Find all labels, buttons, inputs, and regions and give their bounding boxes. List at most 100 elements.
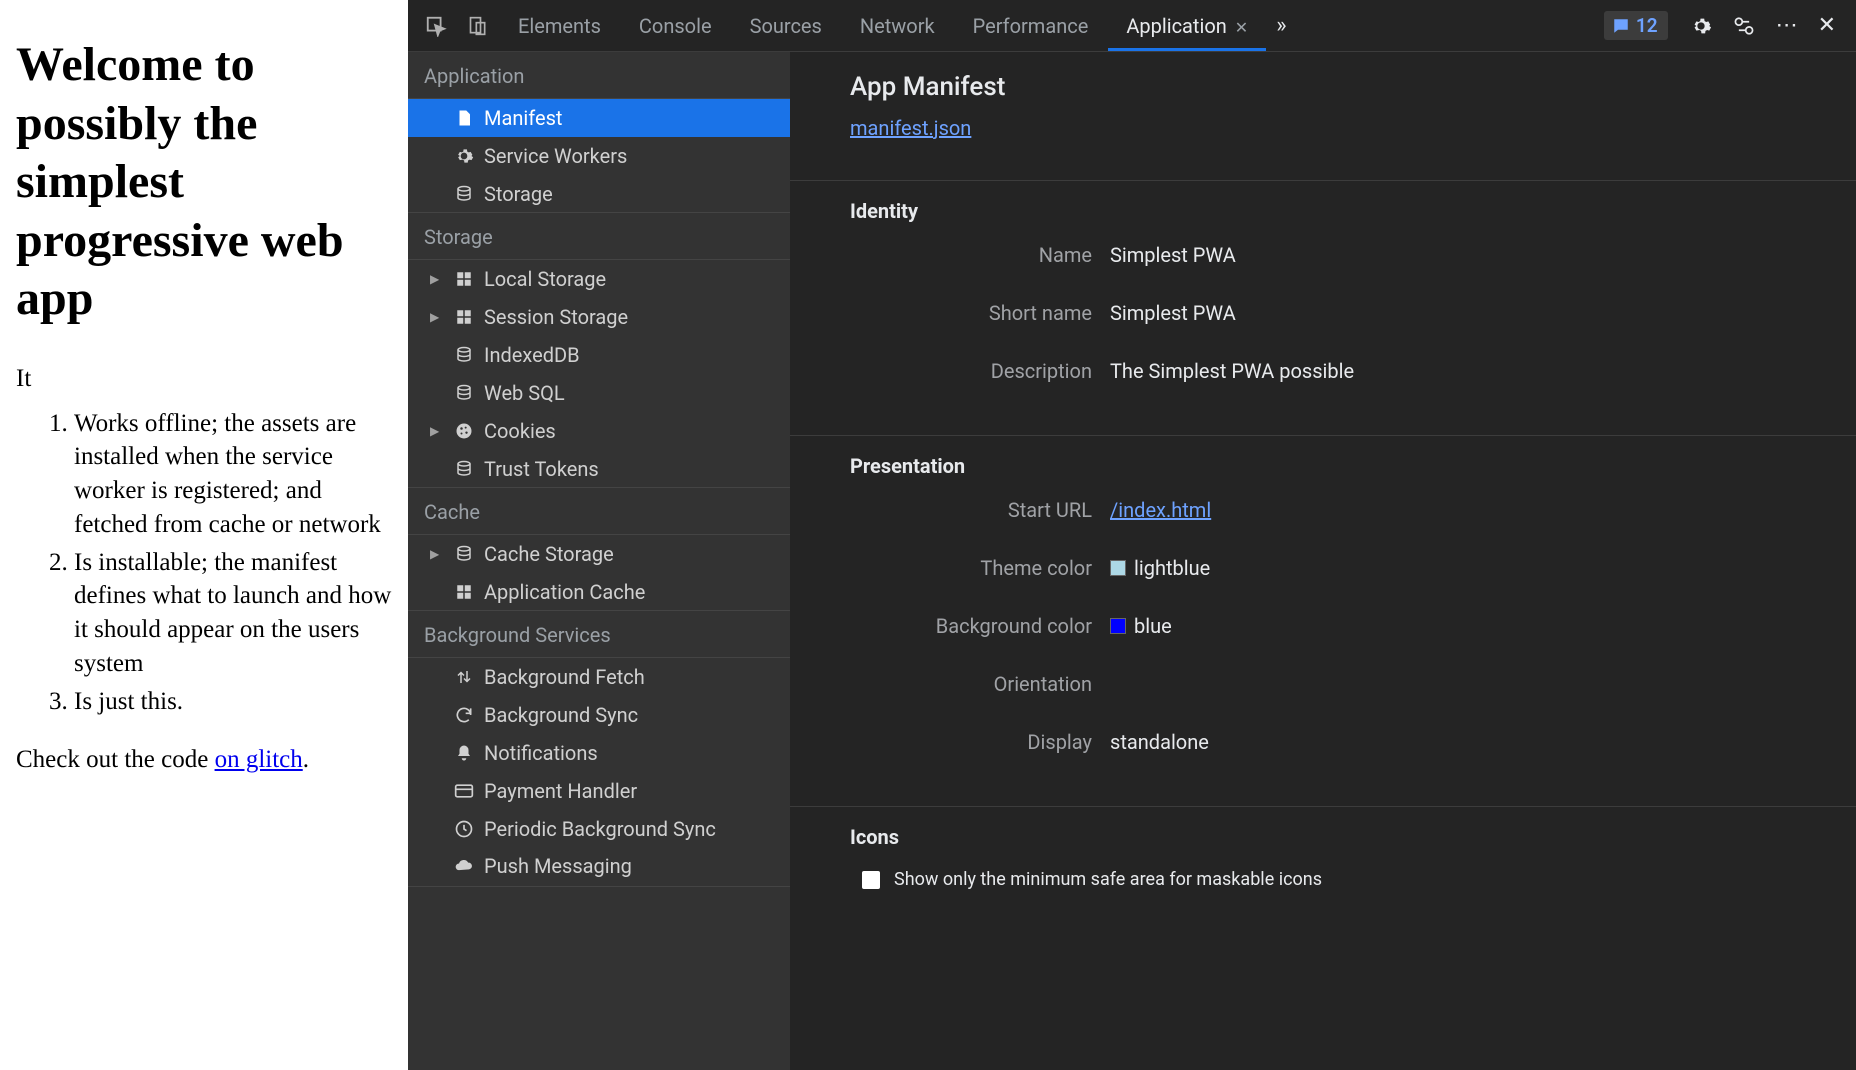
glitch-link[interactable]: on glitch [215, 746, 303, 773]
sidebar-item-web-sql[interactable]: Web SQL [408, 374, 790, 412]
manifest-header: App Manifest manifest.json [790, 52, 1856, 181]
sidebar-item-cache-storage[interactable]: ▶Cache Storage [408, 535, 790, 573]
sidebar-item-label: Cookies [484, 419, 556, 443]
sidebar-item-notifications[interactable]: Notifications [408, 734, 790, 772]
sidebar-item-background-sync[interactable]: Background Sync [408, 696, 790, 734]
sidebar-item-payment-handler[interactable]: Payment Handler [408, 772, 790, 810]
more-tabs-chevron-icon[interactable]: » [1268, 13, 1294, 38]
db-icon [454, 383, 474, 403]
sidebar-item-label: Cache Storage [484, 542, 614, 566]
row-key: Orientation [850, 672, 1110, 696]
sidebar-item-indexeddb[interactable]: IndexedDB [408, 336, 790, 374]
manifest-row-orientation: Orientation [850, 672, 1826, 696]
row-key: Description [850, 359, 1110, 383]
manifest-row-short-name: Short nameSimplest PWA [850, 301, 1826, 325]
row-value: blue [1110, 614, 1172, 638]
card-icon [454, 781, 474, 801]
chevron-right-icon: ▶ [430, 424, 442, 438]
sidebar-item-manifest[interactable]: Manifest [408, 99, 790, 137]
tab-sources[interactable]: Sources [732, 2, 840, 50]
grid-icon [454, 582, 474, 602]
row-value-text: blue [1134, 614, 1172, 638]
sidebar-item-label: Payment Handler [484, 779, 637, 803]
db-icon [454, 544, 474, 564]
activity-icon[interactable] [1732, 15, 1756, 37]
row-value-text: standalone [1110, 730, 1209, 754]
manifest-title: App Manifest [850, 72, 1826, 102]
sidebar-item-label: Service Workers [484, 144, 627, 168]
inspect-icon[interactable] [422, 12, 450, 40]
row-value: standalone [1110, 730, 1209, 754]
list-item: Is installable; the manifest defines wha… [74, 546, 392, 681]
sidebar-item-periodic-background-sync[interactable]: Periodic Background Sync [408, 810, 790, 848]
sidebar-item-label: Background Fetch [484, 665, 645, 689]
icons-heading: Icons [850, 825, 1826, 849]
sidebar-item-push-messaging[interactable]: Push Messaging [408, 848, 790, 887]
sidebar-item-local-storage[interactable]: ▶Local Storage [408, 260, 790, 298]
cloud-icon [454, 856, 474, 876]
sidebar-item-application-cache[interactable]: Application Cache [408, 573, 790, 611]
page-intro: It [16, 365, 392, 393]
db-icon [454, 184, 474, 204]
maskable-area-label: Show only the minimum safe area for mask… [894, 869, 1322, 890]
close-icon[interactable]: ✕ [1235, 18, 1248, 37]
file-icon [454, 108, 474, 128]
presentation-heading: Presentation [850, 454, 1826, 478]
updown-icon [454, 667, 474, 687]
devtools-panel: Elements Console Sources Network Perform… [408, 0, 1856, 1070]
gear-icon [454, 146, 474, 166]
sidebar-item-label: Web SQL [484, 381, 565, 405]
tab-application[interactable]: Application✕ [1108, 2, 1266, 50]
color-swatch [1110, 618, 1126, 634]
manifest-row-name: NameSimplest PWA [850, 243, 1826, 267]
sidebar-item-trust-tokens[interactable]: Trust Tokens [408, 450, 790, 488]
manifest-row-start-url: Start URL/index.html [850, 498, 1826, 522]
sidebar-item-label: Storage [484, 182, 553, 206]
sidebar-item-storage[interactable]: Storage [408, 175, 790, 213]
maskable-area-checkbox-row: Show only the minimum safe area for mask… [850, 869, 1826, 890]
tab-network[interactable]: Network [842, 2, 953, 50]
sidebar-item-label: Periodic Background Sync [484, 817, 716, 841]
row-key: Display [850, 730, 1110, 754]
sidebar-item-session-storage[interactable]: ▶Session Storage [408, 298, 790, 336]
gear-icon[interactable] [1690, 15, 1712, 37]
sidebar-item-background-fetch[interactable]: Background Fetch [408, 658, 790, 696]
manifest-row-background-color: Background color blue [850, 614, 1826, 638]
manifest-filename-link[interactable]: manifest.json [850, 116, 971, 140]
db-icon [454, 345, 474, 365]
tab-elements[interactable]: Elements [500, 2, 619, 50]
kebab-icon[interactable]: ⋯ [1776, 13, 1798, 38]
start-url-link[interactable]: /index.html [1110, 498, 1211, 522]
page-footer-line: Check out the code on glitch. [16, 746, 392, 774]
chevron-right-icon: ▶ [430, 310, 442, 324]
row-key: Name [850, 243, 1110, 267]
presentation-section: Presentation Start URL/index.html Theme c… [790, 436, 1856, 807]
device-toggle-icon[interactable] [464, 12, 492, 40]
sync-icon [454, 705, 474, 725]
clock-icon [454, 819, 474, 839]
tab-console[interactable]: Console [621, 2, 730, 50]
page-viewport: Welcome to possibly the simplest progres… [0, 0, 408, 1070]
row-value: /index.html [1110, 498, 1211, 522]
row-key: Background color [850, 614, 1110, 638]
page-heading: Welcome to possibly the simplest progres… [16, 36, 392, 329]
grid-icon [454, 307, 474, 327]
sidebar-item-cookies[interactable]: ▶ Cookies [408, 412, 790, 450]
row-value-text: lightblue [1134, 556, 1210, 580]
close-devtools-icon[interactable]: ✕ [1818, 13, 1836, 38]
sidebar-section-storage: Storage [408, 213, 790, 260]
manifest-pane: App Manifest manifest.json Identity Name… [790, 52, 1856, 1070]
color-swatch [1110, 560, 1126, 576]
list-item: Is just this. [74, 685, 392, 719]
row-key: Theme color [850, 556, 1110, 580]
sidebar-item-service-workers[interactable]: Service Workers [408, 137, 790, 175]
row-key: Short name [850, 301, 1110, 325]
icons-section: Icons Show only the minimum safe area fo… [790, 807, 1856, 908]
list-item: Works offline; the assets are installed … [74, 407, 392, 542]
maskable-area-checkbox[interactable] [862, 871, 880, 889]
footer-prefix: Check out the code [16, 746, 215, 773]
tab-performance[interactable]: Performance [955, 2, 1107, 50]
row-value: The Simplest PWA possible [1110, 359, 1354, 383]
messages-pill[interactable]: 12 [1604, 11, 1668, 40]
row-key: Start URL [850, 498, 1110, 522]
